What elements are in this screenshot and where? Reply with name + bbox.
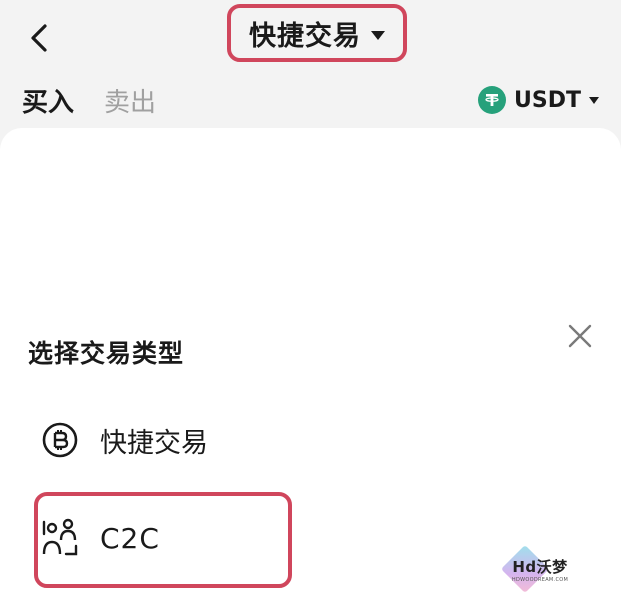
currency-label: USDT	[514, 87, 581, 113]
watermark-text: Hd沃梦	[512, 558, 568, 576]
sheet-title: 选择交易类型	[28, 339, 185, 368]
option-quick-trade[interactable]: 快捷交易	[40, 418, 208, 462]
trade-mode-selector[interactable]: 快捷交易	[227, 4, 407, 62]
option-c2c[interactable]: C2C	[40, 516, 160, 560]
page-title: 快捷交易	[249, 20, 361, 52]
option-c2c-label: C2C	[100, 521, 160, 555]
caret-down-icon	[589, 96, 599, 104]
tabs-row: 买入 卖出 USDT	[0, 76, 621, 131]
tab-sell[interactable]: 卖出	[104, 82, 156, 119]
close-icon	[568, 324, 592, 348]
usdt-icon	[478, 86, 507, 114]
tab-buy[interactable]: 买入	[22, 82, 75, 131]
c2c-users-icon	[42, 518, 78, 556]
watermark-subtext: HDWOODREAM.COM	[511, 577, 569, 583]
currency-selector[interactable]: USDT	[478, 86, 599, 114]
back-button[interactable]	[22, 18, 56, 58]
watermark: Hd沃梦 HDWOODREAM.COM	[490, 544, 590, 596]
trade-type-sheet: 选择交易类型 快捷交易 C2C	[0, 128, 621, 600]
page: 快捷交易 买入 卖出 USDT 选择交易类型 快捷交易 C2C Hd沃梦 HDW…	[0, 0, 621, 600]
chevron-left-icon	[31, 24, 47, 52]
bitcoin-circle-icon	[42, 422, 78, 458]
tab-buy-label: 买入	[22, 88, 75, 118]
tab-sell-label: 卖出	[104, 88, 157, 118]
option-quick-trade-label: 快捷交易	[100, 427, 208, 459]
close-button[interactable]	[562, 318, 598, 354]
header: 快捷交易	[0, 0, 621, 76]
caret-down-icon	[371, 30, 385, 40]
